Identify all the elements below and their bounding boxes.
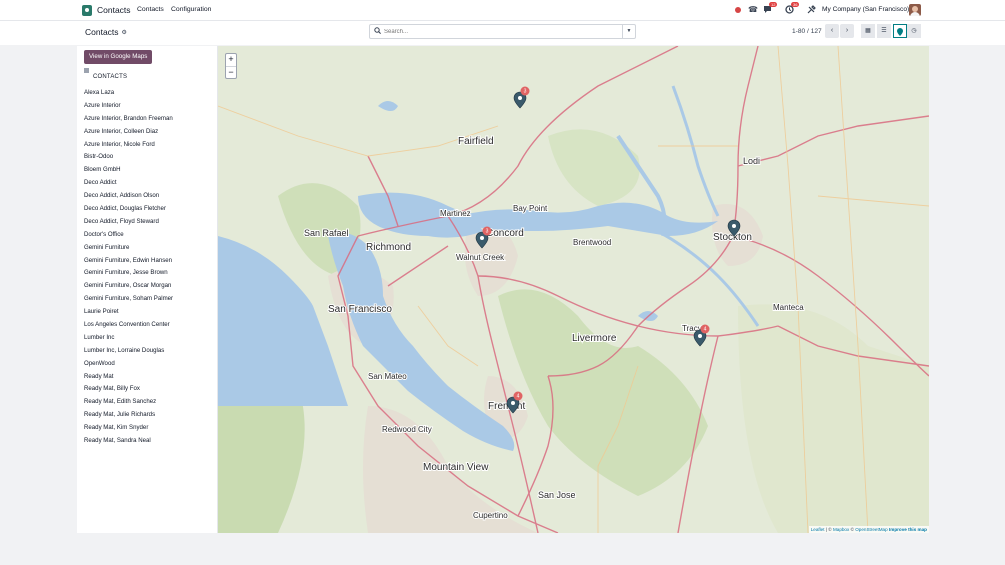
map-area[interactable]: Fairfield Lodi Stockton Martinez San Raf… bbox=[218, 46, 929, 533]
search-input[interactable] bbox=[384, 27, 614, 37]
attribution-separator: | © bbox=[825, 527, 832, 532]
place-label: Concord bbox=[486, 228, 524, 239]
contact-list-item[interactable]: Ready Mat bbox=[84, 371, 173, 384]
zoom-in-button[interactable]: + bbox=[226, 54, 236, 66]
contact-list-item[interactable]: Azure Interior, Brandon Freeman bbox=[84, 113, 173, 126]
contact-list-item[interactable]: Ready Mat, Billy Fox bbox=[84, 383, 173, 396]
search-icon bbox=[374, 27, 381, 36]
contact-list-item[interactable]: Bloem GmbH bbox=[84, 164, 173, 177]
map-tiles[interactable]: Fairfield Lodi Stockton Martinez San Raf… bbox=[218, 46, 929, 533]
top-navbar: Contacts Contacts Configuration ☎ 12 36 … bbox=[0, 0, 1005, 21]
zoom-out-button[interactable]: − bbox=[226, 66, 236, 78]
marker-count: 3 bbox=[524, 89, 527, 95]
contact-list-item[interactable]: Lumber Inc bbox=[84, 332, 173, 345]
debug-tools-icon[interactable] bbox=[807, 5, 816, 16]
marker-count: 4 bbox=[517, 394, 520, 400]
place-label: Cupertino bbox=[473, 511, 508, 520]
contact-list-item[interactable]: Azure Interior, Colleen Diaz bbox=[84, 126, 173, 139]
activities-icon[interactable]: 36 bbox=[785, 2, 800, 16]
place-label: San Francisco bbox=[328, 304, 392, 315]
place-label: Livermore bbox=[572, 333, 617, 344]
control-panel: Contacts ⚙ ▼ 1-80 / 127 ‹ › ▦ ☰ ◷ bbox=[0, 21, 1005, 45]
contact-list-item[interactable]: Doctor's Office bbox=[84, 229, 173, 242]
place-label: Manteca bbox=[773, 303, 804, 312]
menu-contacts[interactable]: Contacts bbox=[137, 6, 164, 13]
place-label: San Rafael bbox=[304, 228, 349, 238]
zoom-control: + − bbox=[225, 53, 237, 79]
menu-configuration[interactable]: Configuration bbox=[171, 6, 211, 13]
contact-list-item[interactable]: Deco Addict, Addison Olson bbox=[84, 190, 173, 203]
place-label: Martinez bbox=[440, 209, 471, 218]
contact-list-item[interactable]: Ready Mat, Sandra Neal bbox=[84, 435, 173, 448]
contacts-list-header: CONTACTS bbox=[84, 68, 127, 80]
company-switcher[interactable]: My Company (San Francisco) bbox=[822, 6, 909, 13]
place-label: San Jose bbox=[538, 490, 576, 500]
activity-view-icon[interactable]: ◷ bbox=[907, 24, 921, 38]
page-title: Contacts bbox=[85, 27, 119, 37]
attribution-separator: © bbox=[850, 527, 854, 532]
place-label: Bay Point bbox=[513, 204, 548, 213]
place-label: Fairfield bbox=[458, 136, 494, 147]
map-attribution: Leaflet | © Mapbox © OpenStreetMap Impro… bbox=[808, 526, 929, 533]
place-label: Brentwood bbox=[573, 238, 611, 247]
gear-icon[interactable]: ⚙ bbox=[122, 29, 127, 36]
map-view-icon[interactable] bbox=[893, 24, 907, 38]
contact-list-item[interactable]: Gemini Furniture, Soham Palmer bbox=[84, 293, 173, 306]
messages-badge: 12 bbox=[769, 2, 778, 7]
place-label: San Mateo bbox=[368, 372, 407, 381]
contacts-app-icon[interactable] bbox=[82, 5, 92, 16]
place-label: Lodi bbox=[743, 156, 760, 166]
pager-value[interactable]: 1-80 / 127 bbox=[792, 28, 822, 35]
contact-list-item[interactable]: Ready Mat, Kim Snyder bbox=[84, 422, 173, 435]
messages-icon[interactable]: 12 bbox=[763, 2, 778, 16]
contact-list-item[interactable]: Ready Mat, Julie Richards bbox=[84, 409, 173, 422]
search-bar: ▼ bbox=[369, 24, 636, 39]
contacts-side-panel: View in Google Maps CONTACTS Alexa Laza A… bbox=[77, 46, 218, 533]
contact-list-item[interactable]: Gemini Furniture, Jesse Brown bbox=[84, 267, 173, 280]
contact-list-item[interactable]: Lumber Inc, Lorraine Douglas bbox=[84, 345, 173, 358]
contact-list-item[interactable]: Gemini Furniture, Edwin Hansen bbox=[84, 255, 173, 268]
pager-next-button[interactable]: › bbox=[840, 24, 854, 38]
place-label: Walnut Creek bbox=[456, 253, 505, 262]
place-label: Redwood City bbox=[382, 425, 432, 434]
list-icon bbox=[84, 68, 89, 73]
mapbox-link[interactable]: Mapbox bbox=[833, 527, 849, 532]
contact-list-item[interactable]: Ready Mat, Edith Sanchez bbox=[84, 396, 173, 409]
contact-list-item[interactable]: Los Angeles Convention Center bbox=[84, 319, 173, 332]
openstreetmap-link[interactable]: OpenStreetMap bbox=[855, 527, 887, 532]
contact-list-item[interactable]: Laurie Poiret bbox=[84, 306, 173, 319]
kanban-view-icon[interactable]: ▦ bbox=[861, 24, 875, 38]
activities-badge: 36 bbox=[791, 2, 800, 7]
contacts-list: Alexa Laza Azure Interior Azure Interior, … bbox=[84, 87, 173, 448]
user-avatar[interactable] bbox=[909, 4, 921, 16]
contact-list-item[interactable]: Deco Addict, Douglas Fletcher bbox=[84, 203, 173, 216]
list-view-icon[interactable]: ☰ bbox=[877, 24, 891, 38]
app-name[interactable]: Contacts bbox=[97, 5, 131, 15]
contact-list-item[interactable]: Gemini Furniture, Oscar Morgan bbox=[84, 280, 173, 293]
improve-map-link[interactable]: Improve this map bbox=[889, 527, 927, 532]
contact-list-item[interactable]: Azure Interior, Nicole Ford bbox=[84, 139, 173, 152]
breadcrumb: Contacts ⚙ bbox=[85, 27, 127, 37]
contact-list-item[interactable]: Alexa Laza bbox=[84, 87, 173, 100]
leaflet-link[interactable]: Leaflet bbox=[811, 527, 825, 532]
search-options-dropdown-icon[interactable]: ▼ bbox=[622, 25, 635, 38]
phone-icon[interactable]: ☎ bbox=[748, 5, 758, 14]
marker-count: 3 bbox=[486, 229, 489, 235]
status-dot-icon[interactable] bbox=[735, 6, 741, 15]
contact-list-item[interactable]: Gemini Furniture bbox=[84, 242, 173, 255]
contact-list-item[interactable]: Bistr-Odoo bbox=[84, 151, 173, 164]
contacts-header-label: CONTACTS bbox=[93, 74, 128, 80]
contact-list-item[interactable]: Deco Addict, Floyd Steward bbox=[84, 216, 173, 229]
view-in-google-maps-button[interactable]: View in Google Maps bbox=[84, 50, 153, 64]
contact-list-item[interactable]: Azure Interior bbox=[84, 100, 173, 113]
contact-list-item[interactable]: OpenWood bbox=[84, 358, 173, 371]
pager-previous-button[interactable]: ‹ bbox=[825, 24, 839, 38]
place-label: Richmond bbox=[366, 242, 411, 253]
place-label: Mountain View bbox=[423, 462, 489, 473]
marker-count: 4 bbox=[704, 327, 707, 333]
contact-list-item[interactable]: Deco Addict bbox=[84, 177, 173, 190]
